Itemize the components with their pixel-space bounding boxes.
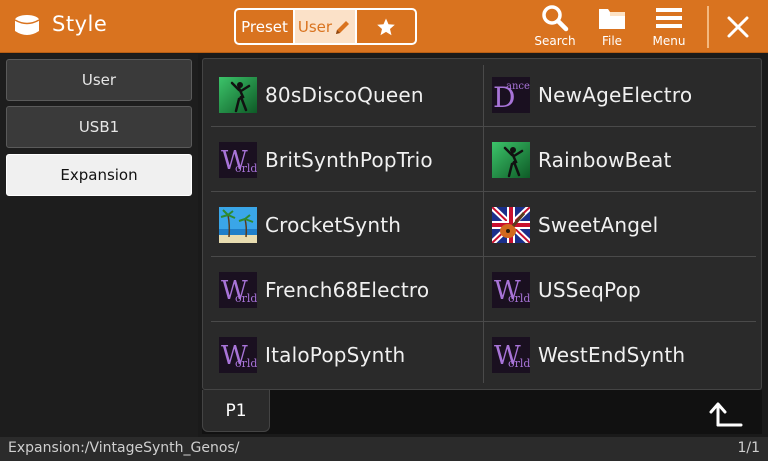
world-icon [492,272,530,308]
pager-strip [202,390,762,434]
category-tabs: Preset User [234,8,417,45]
list-item-name: SweetAngel [538,212,659,237]
list-item-name: BritSynthPopTrio [265,147,433,172]
menu-button[interactable]: Menu [641,4,697,50]
dance-icon [492,77,530,113]
world-icon [219,142,257,178]
list-item-name: USSeqPop [538,277,641,302]
star-icon [377,18,395,35]
drum-style-icon [14,15,40,35]
header-divider [707,6,709,48]
world-icon [219,272,257,308]
folder-icon [599,9,625,29]
world-icon [219,337,257,373]
list-item[interactable]: CrocketSynth [211,193,483,257]
page-counter: 1/1 [737,440,760,456]
tab-preset-label: Preset [241,17,288,36]
style-grid: 80sDiscoQueen NewAgeElectro BritSynthPop… [211,63,757,387]
folder-up-icon[interactable] [708,398,744,428]
union-jack-guitar-icon [492,207,530,243]
page-title: Style [52,12,108,36]
list-item-name: ItaloPopSynth [265,343,406,367]
list-item[interactable]: SweetAngel [484,193,756,257]
current-path: Expansion:/VintageSynth_Genos/ [8,440,240,456]
search-icon [542,5,569,32]
hamburger-menu-icon [656,8,682,28]
file-button[interactable]: File [584,4,640,50]
list-item[interactable]: NewAgeElectro [484,63,756,127]
list-item-name: French68Electro [265,277,430,302]
close-button[interactable] [718,8,758,46]
list-item[interactable]: BritSynthPopTrio [211,128,483,192]
file-button-label: File [601,34,623,48]
sidebar-item-expansion[interactable]: Expansion [6,154,192,196]
drive-sidebar: User USB1 Expansion [0,54,198,437]
sidebar-item-label: User [81,71,117,89]
list-item[interactable]: 80sDiscoQueen [211,63,483,127]
world-icon [492,337,530,373]
pencil-icon [336,20,350,34]
sidebar-item-user[interactable]: User [6,59,192,101]
sidebar-item-usb1[interactable]: USB1 [6,106,192,148]
search-button-label: Search [534,34,576,48]
list-item-name: WestEndSynth [538,343,686,367]
list-item[interactable]: USSeqPop [484,258,756,322]
list-item-name: RainbowBeat [538,147,672,172]
menu-button-label: Menu [652,34,686,48]
list-item-name: 80sDiscoQueen [265,82,424,107]
list-item-name: NewAgeElectro [538,82,693,107]
list-item[interactable]: WestEndSynth [484,323,756,387]
tab-user-label: User [297,17,333,36]
tab-preset[interactable]: Preset [236,10,295,43]
sidebar-item-label: USB1 [78,118,120,136]
list-item-name: CrocketSynth [265,212,402,237]
list-item[interactable]: ItaloPopSynth [211,323,483,387]
search-button[interactable]: Search [527,4,583,50]
page-tab-label: P1 [225,400,247,421]
page-tab-p1[interactable]: P1 [202,390,270,432]
dancer-icon [219,77,257,113]
tab-user[interactable]: User [295,10,357,43]
dancer-icon [492,142,530,178]
style-list-panel: 80sDiscoQueen NewAgeElectro BritSynthPop… [202,58,762,390]
list-item[interactable]: RainbowBeat [484,128,756,192]
tab-favorite[interactable] [357,10,415,43]
beach-icon [219,207,257,243]
header-bar: Style Preset User Search File Menu [0,0,768,53]
list-item[interactable]: French68Electro [211,258,483,322]
status-bar: Expansion:/VintageSynth_Genos/ 1/1 [0,437,768,461]
sidebar-item-label: Expansion [60,166,138,184]
close-icon [727,16,749,38]
